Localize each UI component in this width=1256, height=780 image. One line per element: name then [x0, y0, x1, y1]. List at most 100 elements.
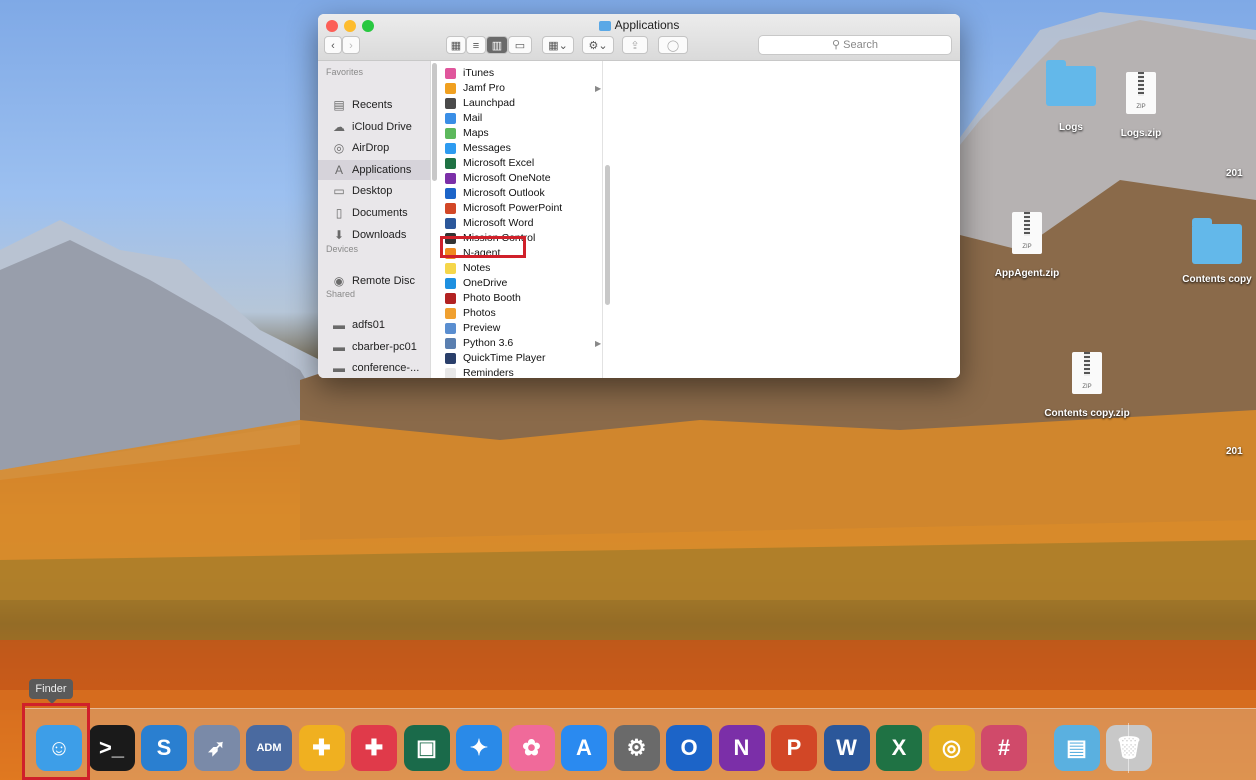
- sidebar-item-remote-disc[interactable]: ◉ Remote Disc: [318, 271, 430, 291]
- app-item-jamf-pro[interactable]: Jamf Pro ▶: [445, 81, 605, 96]
- app-icon: [445, 128, 456, 139]
- app-icon: [445, 293, 456, 304]
- desktop-partial-label[interactable]: 201: [1226, 168, 1256, 179]
- onenote-icon[interactable]: N: [718, 725, 765, 771]
- app-item-microsoft-onenote[interactable]: Microsoft OneNote: [445, 171, 605, 186]
- forward-button[interactable]: ›: [342, 36, 360, 54]
- app-label: iTunes: [463, 67, 495, 79]
- zip-file-icon: ZIP: [1012, 212, 1042, 254]
- zip-badge: ZIP: [1082, 384, 1092, 390]
- zip-badge: ZIP: [1136, 104, 1146, 110]
- app-item-notes[interactable]: Notes: [445, 261, 605, 276]
- powerpoint-icon[interactable]: P: [771, 725, 817, 771]
- terminal-icon[interactable]: >_: [88, 725, 135, 771]
- sidebar-item-icloud-drive[interactable]: ☁ iCloud Drive: [318, 117, 430, 137]
- folder-icon: [1046, 60, 1096, 106]
- column-scrollbar[interactable]: [432, 63, 437, 181]
- dock: ☺ >_ S ➶ ADM ✚ ✚ ▣ ✦ ✿ A ⚙ O N P W X ◎ # ▤ 🗑: [24, 708, 1256, 780]
- chrome-icon[interactable]: ◎: [928, 725, 975, 771]
- share-button[interactable]: ⇪: [622, 36, 648, 54]
- icon-view-button[interactable]: ▦: [446, 36, 466, 54]
- app-item-preview[interactable]: Preview: [445, 321, 605, 336]
- zip-file-icon: ZIP: [1126, 72, 1156, 114]
- group-by-button[interactable]: ▦⌄: [542, 36, 574, 54]
- downloads-folder-icon[interactable]: ▤: [1053, 725, 1100, 771]
- tags-button[interactable]: ◯: [658, 36, 688, 54]
- app-grid-icon[interactable]: #: [981, 725, 1027, 771]
- sidebar-item-airdrop[interactable]: ◎ AirDrop: [318, 138, 430, 158]
- gallery-view-button[interactable]: ▭: [508, 36, 532, 54]
- launchpad-icon[interactable]: ➶: [193, 725, 240, 771]
- app-item-python-3-6[interactable]: Python 3.6 ▶: [445, 336, 605, 351]
- sidebar-item-label: Desktop: [352, 185, 393, 198]
- desktop-zip-logs[interactable]: ZIP Logs.zip: [1096, 72, 1186, 139]
- sidebar-item-label: iCloud Drive: [352, 120, 412, 133]
- sidebar-item-label: conference-...: [352, 362, 420, 375]
- app-store-icon[interactable]: A: [561, 725, 607, 771]
- system-preferences-icon[interactable]: ⚙: [613, 725, 660, 771]
- desktop-partial-label[interactable]: 201: [1226, 446, 1256, 457]
- desktop-folder-contents-copy[interactable]: Contents copy: [1172, 218, 1256, 285]
- app-item-photo-booth[interactable]: Photo Booth: [445, 291, 605, 306]
- app-yellow-icon[interactable]: ✚: [298, 725, 345, 771]
- app-item-microsoft-outlook[interactable]: Microsoft Outlook: [445, 186, 605, 201]
- airdrop-icon: ◎: [333, 141, 345, 156]
- app-item-itunes[interactable]: iTunes: [445, 66, 605, 81]
- preview-scrollbar[interactable]: [605, 165, 610, 305]
- applications-folder-icon: [598, 20, 611, 31]
- sidebar-header-shared: Shared: [326, 289, 356, 299]
- recents-icon: ▤: [333, 98, 345, 112]
- adm-icon[interactable]: ADM: [246, 725, 292, 771]
- app-icon: [445, 338, 456, 349]
- app-label: Jamf Pro: [463, 82, 506, 94]
- app-icon: [445, 368, 456, 378]
- app-item-reminders[interactable]: Reminders: [445, 366, 605, 378]
- excel-icon[interactable]: X: [876, 725, 922, 771]
- app-label: Microsoft PowerPoint: [463, 202, 563, 214]
- list-view-button[interactable]: ≡: [466, 36, 486, 54]
- app-item-maps[interactable]: Maps: [445, 126, 605, 141]
- photos-icon[interactable]: ✿: [508, 725, 555, 771]
- app-item-microsoft-excel[interactable]: Microsoft Excel: [445, 156, 605, 171]
- briefcase-icon[interactable]: ▣: [403, 725, 450, 771]
- desktop-zip-contents-copy[interactable]: ZIP Contents copy.zip: [1042, 352, 1132, 419]
- app-item-mail[interactable]: Mail: [445, 111, 605, 126]
- dock-tooltip: Finder: [29, 679, 73, 704]
- sidebar-item-cbarber-pc01[interactable]: ▬ cbarber-pc01: [318, 337, 430, 357]
- sidebar-item-conference[interactable]: ▬ conference-...: [318, 358, 430, 378]
- sidebar-item-recents[interactable]: ▤ Recents: [318, 95, 430, 115]
- desktop-zip-appagent[interactable]: ZIP AppAgent.zip: [982, 212, 1072, 279]
- outlook-icon[interactable]: O: [666, 725, 712, 771]
- sidebar-item-desktop[interactable]: ▭ Desktop: [318, 181, 430, 201]
- app-item-messages[interactable]: Messages: [445, 141, 605, 156]
- app-label: Preview: [463, 322, 501, 334]
- app-red-icon[interactable]: ✚: [351, 725, 397, 771]
- sidebar-item-adfs01[interactable]: ▬ adfs01: [318, 315, 430, 335]
- app-label: Notes: [463, 262, 491, 274]
- sidebar-item-applications[interactable]: A Applications: [318, 159, 430, 180]
- app-item-photos[interactable]: Photos: [445, 306, 605, 321]
- app-item-microsoft-powerpoint[interactable]: Microsoft PowerPoint: [445, 201, 605, 216]
- app-label: Maps: [463, 127, 489, 139]
- app-item-launchpad[interactable]: Launchpad: [445, 96, 605, 111]
- action-gear-button[interactable]: ⚙⌄: [582, 36, 614, 54]
- sidebar-item-downloads[interactable]: ⬇ Downloads: [318, 225, 430, 245]
- safari-icon[interactable]: ✦: [456, 725, 502, 771]
- app-label: Mail: [463, 112, 483, 124]
- back-button[interactable]: ‹: [324, 36, 342, 54]
- app-item-onedrive[interactable]: OneDrive: [445, 276, 605, 291]
- app-item-quicktime-player[interactable]: QuickTime Player: [445, 351, 605, 366]
- trash-icon[interactable]: 🗑: [1106, 725, 1152, 771]
- computer-icon: ▬: [333, 318, 345, 332]
- word-icon[interactable]: W: [823, 725, 870, 771]
- disclosure-arrow-icon: ▶: [595, 339, 602, 348]
- sidebar-item-label: Applications: [352, 163, 412, 176]
- app-label: Messages: [463, 142, 511, 154]
- search-field[interactable]: ⚲ Search: [758, 35, 952, 55]
- title-bar[interactable]: Applications ‹ › ▦ ≡ ▥ ▭ ▦⌄ ⚙⌄ ⇪ ◯ ⚲ Sea…: [318, 14, 960, 61]
- desktop-icon-label: Contents copy: [1182, 274, 1252, 285]
- sidebar-item-documents[interactable]: ▯ Documents: [318, 203, 430, 223]
- app-item-microsoft-word[interactable]: Microsoft Word: [445, 216, 605, 231]
- self-service-icon[interactable]: S: [141, 725, 187, 771]
- column-view-button[interactable]: ▥: [486, 36, 508, 54]
